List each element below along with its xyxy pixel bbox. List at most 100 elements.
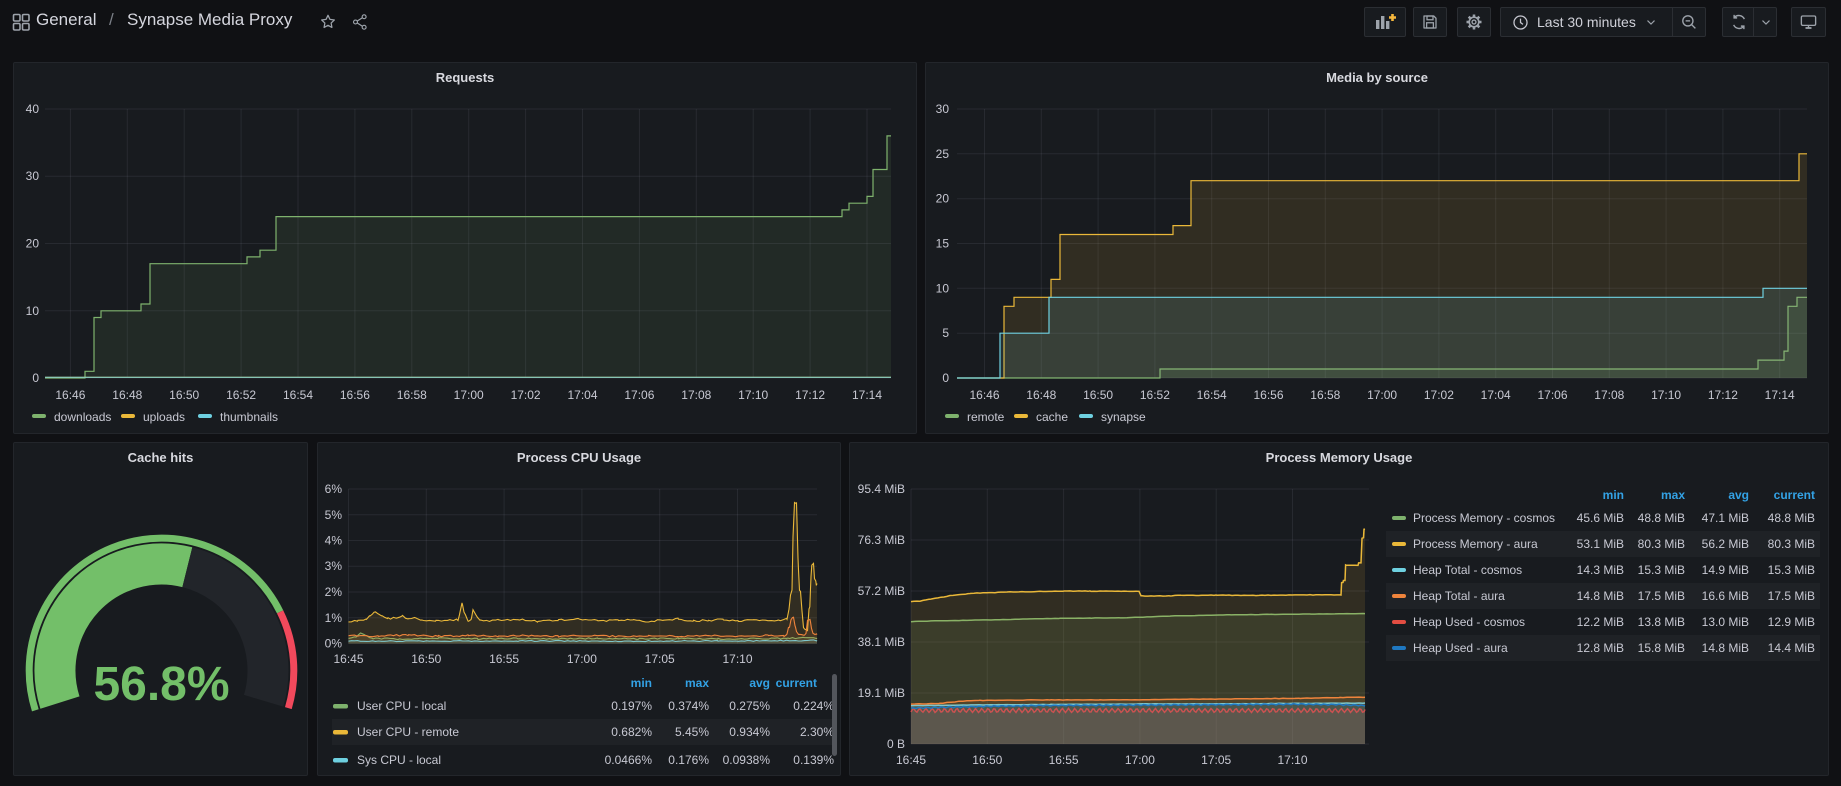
svg-text:17:05: 17:05	[645, 652, 675, 666]
svg-text:17:00: 17:00	[454, 388, 484, 402]
svg-text:17:04: 17:04	[1481, 388, 1511, 402]
svg-text:0.197%: 0.197%	[611, 699, 652, 713]
svg-text:remote: remote	[967, 410, 1005, 424]
svg-text:16:54: 16:54	[1197, 388, 1227, 402]
svg-text:16:58: 16:58	[1310, 388, 1340, 402]
svg-text:5.45%: 5.45%	[675, 725, 709, 739]
svg-text:6%: 6%	[325, 482, 343, 496]
svg-text:48.8 MiB: 48.8 MiB	[1638, 511, 1685, 525]
svg-text:56.2 MiB: 56.2 MiB	[1702, 537, 1749, 551]
svg-text:16.6 MiB: 16.6 MiB	[1702, 589, 1749, 603]
svg-text:16:46: 16:46	[969, 388, 999, 402]
svg-text:17.5 MiB: 17.5 MiB	[1638, 589, 1685, 603]
svg-text:17:08: 17:08	[681, 388, 711, 402]
svg-text:User CPU - remote: User CPU - remote	[357, 725, 459, 739]
svg-text:3%: 3%	[325, 559, 343, 573]
svg-text:cache: cache	[1036, 410, 1068, 424]
svg-text:17:06: 17:06	[624, 388, 654, 402]
svg-text:0.934%: 0.934%	[729, 725, 770, 739]
svg-text:16:50: 16:50	[411, 652, 441, 666]
svg-text:0.139%: 0.139%	[793, 753, 834, 767]
svg-text:17:12: 17:12	[1708, 388, 1738, 402]
svg-text:10: 10	[26, 304, 40, 318]
svg-text:0.0466%: 0.0466%	[605, 753, 653, 767]
svg-text:19.1 MiB: 19.1 MiB	[858, 686, 905, 700]
svg-text:0.374%: 0.374%	[668, 699, 709, 713]
svg-text:95.4 MiB: 95.4 MiB	[858, 482, 905, 496]
svg-text:16:45: 16:45	[333, 652, 363, 666]
svg-text:avg: avg	[749, 676, 770, 690]
svg-text:0%: 0%	[325, 637, 343, 651]
svg-text:56.8%: 56.8%	[93, 658, 229, 711]
svg-text:Process Memory - cosmos: Process Memory - cosmos	[1413, 511, 1555, 525]
svg-text:0.275%: 0.275%	[729, 699, 770, 713]
svg-text:16:58: 16:58	[397, 388, 427, 402]
svg-text:min: min	[631, 676, 652, 690]
svg-text:17.5 MiB: 17.5 MiB	[1768, 589, 1815, 603]
svg-text:1%: 1%	[325, 611, 343, 625]
svg-text:17:14: 17:14	[852, 388, 882, 402]
svg-text:14.9 MiB: 14.9 MiB	[1702, 563, 1749, 577]
svg-text:53.1 MiB: 53.1 MiB	[1577, 537, 1624, 551]
svg-text:17:10: 17:10	[1277, 753, 1307, 767]
svg-text:20: 20	[936, 192, 950, 206]
svg-text:16:52: 16:52	[226, 388, 256, 402]
svg-text:2.30%: 2.30%	[800, 725, 834, 739]
svg-text:Heap Total - cosmos: Heap Total - cosmos	[1413, 563, 1522, 577]
svg-text:0: 0	[942, 371, 949, 385]
svg-text:4%: 4%	[325, 534, 343, 548]
svg-text:17:02: 17:02	[511, 388, 541, 402]
svg-text:17:12: 17:12	[795, 388, 825, 402]
svg-text:current: current	[776, 676, 817, 690]
svg-text:10: 10	[936, 281, 950, 295]
svg-text:5%: 5%	[325, 508, 343, 522]
svg-text:16:56: 16:56	[340, 388, 370, 402]
svg-text:16:50: 16:50	[1083, 388, 1113, 402]
svg-text:57.2 MiB: 57.2 MiB	[858, 584, 905, 598]
svg-text:17:08: 17:08	[1594, 388, 1624, 402]
svg-text:76.3 MiB: 76.3 MiB	[858, 533, 905, 547]
svg-text:16:50: 16:50	[169, 388, 199, 402]
svg-text:14.8 MiB: 14.8 MiB	[1702, 641, 1749, 655]
svg-text:0.0938%: 0.0938%	[723, 753, 771, 767]
svg-text:17:06: 17:06	[1537, 388, 1567, 402]
svg-text:16:46: 16:46	[55, 388, 85, 402]
svg-text:15.3 MiB: 15.3 MiB	[1768, 563, 1815, 577]
svg-text:current: current	[1774, 488, 1815, 502]
svg-text:min: min	[1603, 488, 1624, 502]
svg-text:17:10: 17:10	[722, 652, 752, 666]
svg-text:uploads: uploads	[143, 410, 185, 424]
svg-text:0.682%: 0.682%	[611, 725, 652, 739]
svg-text:45.6 MiB: 45.6 MiB	[1577, 511, 1624, 525]
svg-text:38.1 MiB: 38.1 MiB	[858, 635, 905, 649]
svg-text:17:00: 17:00	[1367, 388, 1397, 402]
svg-text:25: 25	[936, 147, 950, 161]
svg-text:80.3 MiB: 80.3 MiB	[1768, 537, 1815, 551]
svg-text:0.176%: 0.176%	[668, 753, 709, 767]
svg-text:Sys CPU - local: Sys CPU - local	[357, 753, 441, 767]
svg-text:13.8 MiB: 13.8 MiB	[1638, 615, 1685, 629]
svg-text:40: 40	[26, 102, 40, 116]
svg-text:12.8 MiB: 12.8 MiB	[1577, 641, 1624, 655]
svg-text:Process Memory - aura: Process Memory - aura	[1413, 537, 1538, 551]
svg-text:30: 30	[26, 169, 40, 183]
svg-text:14.8 MiB: 14.8 MiB	[1577, 589, 1624, 603]
svg-text:0 B: 0 B	[887, 737, 905, 751]
svg-text:47.1 MiB: 47.1 MiB	[1702, 511, 1749, 525]
svg-text:80.3 MiB: 80.3 MiB	[1638, 537, 1685, 551]
svg-text:5: 5	[942, 326, 949, 340]
svg-text:16:50: 16:50	[972, 753, 1002, 767]
svg-text:12.9 MiB: 12.9 MiB	[1768, 615, 1815, 629]
svg-text:14.3 MiB: 14.3 MiB	[1577, 563, 1624, 577]
svg-text:17:00: 17:00	[567, 652, 597, 666]
svg-text:max: max	[1661, 488, 1685, 502]
svg-text:2%: 2%	[325, 585, 343, 599]
svg-text:17:05: 17:05	[1201, 753, 1231, 767]
svg-text:16:48: 16:48	[112, 388, 142, 402]
svg-text:16:52: 16:52	[1140, 388, 1170, 402]
svg-text:30: 30	[936, 102, 950, 116]
svg-text:16:54: 16:54	[283, 388, 313, 402]
svg-text:14.4 MiB: 14.4 MiB	[1768, 641, 1815, 655]
svg-text:16:56: 16:56	[1253, 388, 1283, 402]
svg-text:0: 0	[32, 371, 39, 385]
